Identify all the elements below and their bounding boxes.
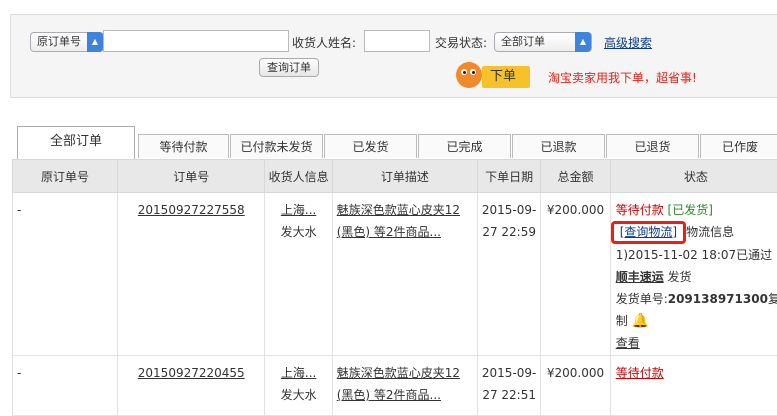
tab-shipped[interactable]: 已发货 <box>324 134 417 158</box>
header-amount: 总金额 <box>541 160 610 193</box>
chevron-down-icon: ▲ <box>87 32 103 52</box>
tab-voided[interactable]: 已作废 <box>700 134 777 158</box>
place-order-button[interactable]: 下单 <box>482 66 530 88</box>
orders-table: 原订单号 订单号 收货人信息 订单描述 下单日期 总金额 状态 - 201509… <box>12 159 777 416</box>
tab-pending-payment[interactable]: 等待付款 <box>138 134 229 158</box>
order-no-link[interactable]: 20150927220455 <box>138 366 245 380</box>
order-no-link[interactable]: 20150927227558 <box>138 203 245 217</box>
carrier-link[interactable]: 顺丰速运 <box>616 270 664 284</box>
order-date-line1: 2015-09- <box>482 203 536 217</box>
header-receiver: 收货人信息 <box>265 160 332 193</box>
copy-label[interactable]: 制 <box>616 314 628 328</box>
waybill-label: 发货单号: <box>616 292 668 306</box>
order-desc-line1: 魅族深色款蓝心皮夹12 <box>337 366 460 380</box>
header-desc: 订单描述 <box>332 160 477 193</box>
carrier-suffix: 发货 <box>668 270 692 284</box>
status-select[interactable]: 全部订单 ▲ <box>494 32 592 52</box>
status-main: 等待付款 <box>616 203 664 217</box>
header-status: 状态 <box>610 160 777 193</box>
receiver-label: 收货人姓名: <box>292 34 356 51</box>
header-orig-no: 原订单号 <box>13 160 118 193</box>
orig-no: - <box>13 193 118 356</box>
table-row: - 20150927220455 上海... 发大水 魅族深色款蓝心皮夹12 (黑… <box>13 356 777 416</box>
order-type-value: 原订单号 <box>37 35 81 48</box>
table-row: - 20150927227558 上海... 发大水 魅族深色款蓝心皮夹12 (黑… <box>13 193 777 356</box>
tab-returned[interactable]: 已退货 <box>606 134 699 158</box>
orig-no: - <box>13 356 118 416</box>
tab-paid-not-shipped[interactable]: 已付款未发货 <box>230 134 323 158</box>
track-logistics-button[interactable]: [查询物流] <box>620 225 677 239</box>
tab-all-orders[interactable]: 全部订单 <box>17 126 135 159</box>
mascot-icon <box>456 62 482 88</box>
order-type-select[interactable]: 原订单号 ▲ <box>30 32 104 52</box>
table-header: 原订单号 订单号 收货人信息 订单描述 下单日期 总金额 状态 <box>13 160 777 193</box>
order-desc-link[interactable]: 魅族深色款蓝心皮夹12 (黑色) 等2件商品... <box>337 203 460 239</box>
waybill-number: 209138971300 <box>668 292 768 306</box>
order-date-line1: 2015-09- <box>482 366 536 380</box>
bell-icon[interactable]: 🔔 <box>632 313 649 329</box>
tab-completed[interactable]: 已完成 <box>418 134 511 158</box>
track-logistics-highlight: [查询物流] <box>611 221 686 244</box>
order-desc-line2: (黑色) 等2件商品... <box>337 225 441 239</box>
status-label: 交易状态: <box>435 34 487 51</box>
tab-refunded[interactable]: 已退款 <box>512 134 605 158</box>
advanced-search-link[interactable]: 高级搜索 <box>604 34 652 51</box>
receiver-address-link[interactable]: 上海... <box>281 366 316 380</box>
status-cell: 等待付款 <box>610 356 777 416</box>
chevron-down-icon: ▲ <box>575 32 591 52</box>
logistics-event: 1)2015-11-02 18:07已通过 <box>616 248 772 262</box>
order-desc-line1: 魅族深色款蓝心皮夹12 <box>337 203 460 217</box>
query-orders-button[interactable]: 查询订单 <box>259 58 319 77</box>
view-link[interactable]: 查看 <box>616 336 640 350</box>
receiver-name: 发大水 <box>281 225 317 239</box>
receiver-name-input[interactable] <box>364 30 430 52</box>
header-order-no: 订单号 <box>117 160 264 193</box>
status-main[interactable]: 等待付款 <box>616 366 664 380</box>
order-date-line2: 27 22:51 <box>482 388 536 402</box>
waybill-tail: 复 <box>768 292 777 306</box>
receiver-address-link[interactable]: 上海... <box>281 203 316 217</box>
order-amount: ¥200.000 <box>541 193 610 356</box>
order-desc-link[interactable]: 魅族深色款蓝心皮夹12 (黑色) 等2件商品... <box>337 366 460 402</box>
order-number-input[interactable] <box>103 30 289 52</box>
status-cell: 等待付款 [已发货] [查询物流] 物流信息 1)2015-11-02 18:07… <box>610 193 777 356</box>
logistics-label: 物流信息 <box>686 225 734 239</box>
receiver-name: 发大水 <box>281 388 317 402</box>
status-sub: [已发货] <box>668 203 713 217</box>
promo-text: 淘宝卖家用我下单，超省事! <box>548 69 697 86</box>
order-amount: ¥200.000 <box>541 356 610 416</box>
header-date: 下单日期 <box>478 160 541 193</box>
order-desc-line2: (黑色) 等2件商品... <box>337 388 441 402</box>
order-date-line2: 27 22:59 <box>482 225 536 239</box>
status-select-value: 全部订单 <box>501 35 545 48</box>
